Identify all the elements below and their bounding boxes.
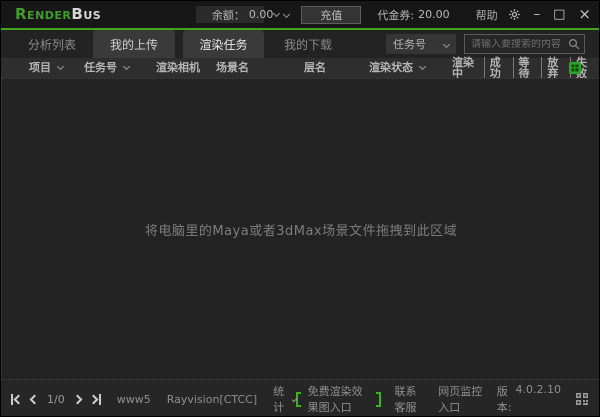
voucher-value: 20.00	[418, 8, 450, 21]
status-filter-abandoned[interactable]: 放弃	[541, 57, 570, 79]
page-indicator: 1/0	[47, 392, 65, 406]
column-render-status[interactable]: 渲染状态	[369, 58, 427, 78]
status-bar: 1/0 www5 Rayvision[CTCC] 统计 免费渲染效果图入口 联系…	[1, 380, 599, 416]
maximize-button[interactable]: □	[553, 1, 565, 28]
tab-analysis-list[interactable]: 分析列表	[19, 30, 85, 58]
tab-bar: 分析列表 我的上传 渲染任务 我的下载 任务号	[1, 30, 599, 58]
footer-left-group: 1/0 www5 Rayvision[CTCC] 统计	[11, 383, 298, 415]
tab-my-uploads[interactable]: 我的上传	[93, 30, 175, 58]
balance-label: 余额：	[211, 8, 245, 22]
prev-page-icon[interactable]	[29, 394, 40, 404]
column-layer-name: 层名	[304, 61, 326, 74]
tab-my-downloads[interactable]: 我的下载	[273, 30, 343, 58]
column-render-camera: 渲染相机	[156, 61, 200, 74]
free-render-entry-label: 免费渲染效果图入口	[307, 385, 363, 414]
chevron-down-icon	[122, 62, 131, 71]
search-input[interactable]	[471, 38, 568, 50]
chevron-down-icon	[418, 62, 427, 71]
search-icon[interactable]	[568, 38, 580, 50]
tab-render-tasks[interactable]: 渲染任务	[183, 30, 264, 58]
balance-value: 0.00	[248, 8, 274, 21]
column-scene-name: 场景名	[216, 61, 249, 74]
voucher-info: 代金券: 20.00	[377, 7, 449, 23]
first-page-icon[interactable]	[11, 393, 24, 405]
server-node-label: www5	[116, 392, 151, 406]
chevron-down-icon	[56, 62, 65, 71]
titlebar-right-group: 余额： 0.00 充值 代金券: 20.00 帮助 – □ ×	[212, 1, 591, 28]
renderbus-logo: RenderBus	[15, 5, 101, 23]
voucher-label: 代金券:	[377, 8, 415, 22]
version-info: 版本: 4.0.2.10	[497, 383, 561, 415]
version-label: 版本:	[496, 385, 512, 414]
logo-bus-part: Bus	[71, 5, 102, 23]
contact-support-link[interactable]: 联系客服	[395, 383, 425, 415]
stats-label: 统计	[273, 385, 285, 414]
close-button[interactable]: ×	[578, 1, 591, 28]
web-monitor-entry-link[interactable]: 网页监控入口	[438, 383, 483, 415]
title-bar: RenderBus 余额： 0.00 充值 代金券: 20.00 帮助 – □ …	[1, 1, 599, 28]
minimize-button[interactable]: –	[534, 1, 541, 28]
chevron-down-icon	[442, 40, 451, 48]
free-render-entry-link[interactable]: 免费渲染效果图入口	[296, 383, 381, 415]
next-page-icon[interactable]	[72, 394, 83, 404]
search-field-selector[interactable]: 任务号	[386, 34, 456, 54]
footer-right-group: 免费渲染效果图入口 联系客服 网页监控入口 版本: 4.0.2.10	[296, 383, 589, 415]
client-line-label: Rayvision[CTCC]	[166, 392, 258, 406]
column-task-id[interactable]: 任务号	[84, 58, 131, 78]
task-table-header: 项目 任务号 渲染相机 场景名 层名 渲染状态 渲染中 成功 等待 放弃 失败	[1, 57, 599, 79]
column-project[interactable]: 项目	[29, 58, 65, 78]
renderbus-window: RenderBus 余额： 0.00 充值 代金券: 20.00 帮助 – □ …	[0, 0, 600, 417]
chevron-down-icon	[283, 10, 291, 19]
search-box	[464, 34, 585, 54]
export-report-icon[interactable]	[568, 61, 582, 75]
file-dropzone[interactable]: 将电脑里的Maya或者3dMax场景文件拖拽到此区域	[1, 78, 599, 380]
gear-icon[interactable]	[508, 8, 521, 21]
filter-area: 任务号	[386, 34, 585, 54]
search-field-value: 任务号	[393, 38, 426, 51]
dropzone-hint: 将电脑里的Maya或者3dMax场景文件拖拽到此区域	[144, 223, 458, 239]
status-filter-success[interactable]: 成功	[483, 57, 513, 79]
status-filter-rendering[interactable]: 渲染中	[447, 57, 484, 79]
version-value: 4.0.2.10	[515, 383, 561, 396]
logo-render-part: Render	[15, 5, 72, 23]
help-link[interactable]: 帮助	[476, 7, 498, 23]
status-filter-waiting[interactable]: 等待	[512, 57, 542, 79]
qr-code-icon[interactable]	[575, 392, 589, 406]
pagination: 1/0	[11, 393, 101, 406]
right-bracket-icon	[376, 391, 381, 407]
last-page-icon[interactable]	[88, 393, 101, 405]
balance-dropdown[interactable]: 余额： 0.00	[211, 7, 291, 23]
recharge-button[interactable]: 充值	[301, 5, 362, 24]
stats-dropdown[interactable]: 统计	[273, 383, 298, 415]
